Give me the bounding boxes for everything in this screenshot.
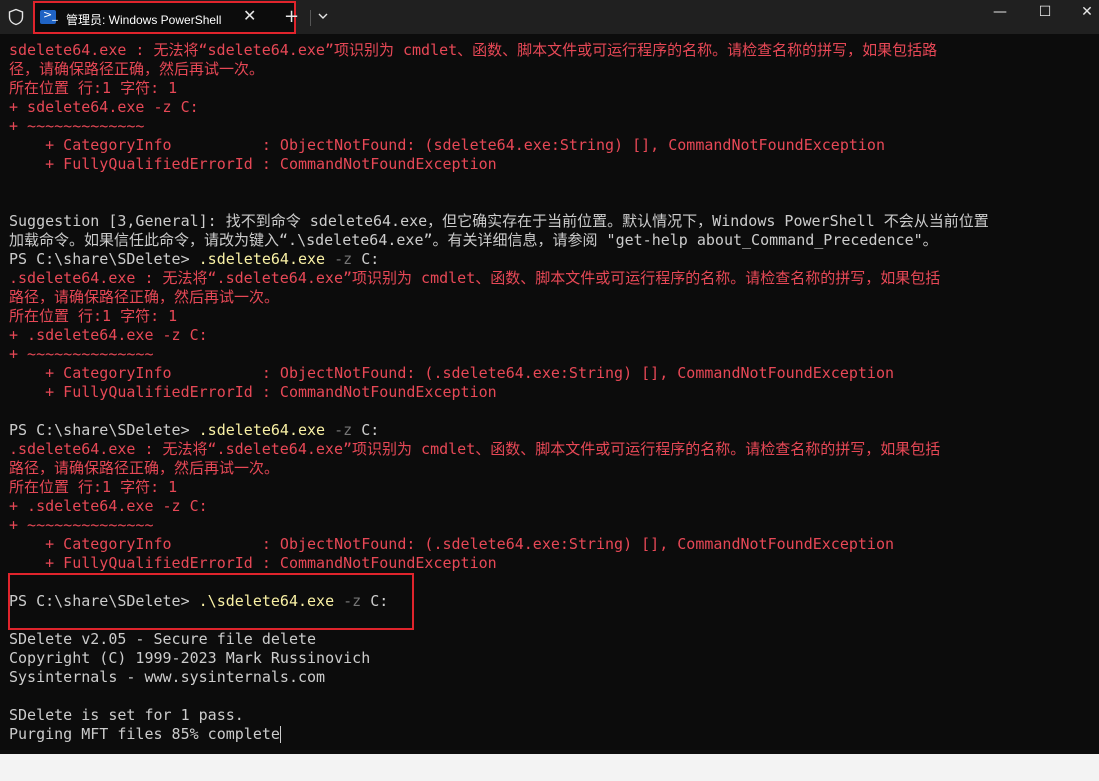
- terminal-line: 加载命令。如果信任此命令，请改为键入“.\sdelete64.exe”。有关详细…: [9, 231, 1099, 250]
- terminal-text: PS C:\share\SDelete>: [9, 592, 199, 610]
- text-cursor: [279, 726, 281, 743]
- terminal-line: + sdelete64.exe -z C:: [9, 98, 1099, 117]
- terminal-text: -z: [325, 421, 353, 439]
- terminal-line: Purging MFT files 85% complete: [9, 725, 1099, 744]
- terminal-line: 径，请确保路径正确，然后再试一次。: [9, 60, 1099, 79]
- terminal-line: + ~~~~~~~~~~~~~~: [9, 345, 1099, 364]
- terminal-line: + FullyQualifiedErrorId : CommandNotFoun…: [9, 155, 1099, 174]
- terminal-text: sdelete64.exe : 无法将“sdelete64.exe”项识别为 c…: [9, 41, 938, 59]
- terminal-text: + CategoryInfo : ObjectNotFound: (.sdele…: [9, 535, 895, 553]
- terminal-line: + FullyQualifiedErrorId : CommandNotFoun…: [9, 383, 1099, 402]
- terminal-text: 径，请确保路径正确，然后再试一次。: [9, 60, 265, 78]
- tab-separator: [310, 10, 311, 26]
- chevron-down-icon[interactable]: [316, 9, 330, 23]
- terminal-text: 加载命令。如果信任此命令，请改为键入“.\sdelete64.exe”。有关详细…: [9, 231, 938, 249]
- terminal-text: Purging MFT files 85% complete: [9, 725, 280, 743]
- terminal-line: + CategoryInfo : ObjectNotFound: (.sdele…: [9, 535, 1099, 554]
- minimize-button[interactable]: —: [985, 4, 1015, 20]
- terminal-text: 路径，请确保路径正确，然后再试一次。: [9, 288, 280, 306]
- terminal-text: 所在位置 行:1 字符: 1: [9, 79, 178, 97]
- terminal-text: + CategoryInfo : ObjectNotFound: (.sdele…: [9, 364, 895, 382]
- terminal-line: Sysinternals - www.sysinternals.com: [9, 668, 1099, 687]
- terminal-text: + sdelete64.exe -z C:: [9, 98, 199, 116]
- terminal-text: 路径，请确保路径正确，然后再试一次。: [9, 459, 280, 477]
- terminal-line: + .sdelete64.exe -z C:: [9, 326, 1099, 345]
- terminal-text: .sdelete64.exe: [198, 421, 326, 439]
- close-window-button[interactable]: ✕: [1072, 4, 1099, 20]
- terminal-line: 所在位置 行:1 字符: 1: [9, 307, 1099, 326]
- terminal-text: .sdelete64.exe : 无法将“.sdelete64.exe”项识别为…: [9, 269, 941, 287]
- terminal-line: + .sdelete64.exe -z C:: [9, 497, 1099, 516]
- terminal-text: + ~~~~~~~~~~~~~~: [9, 516, 154, 534]
- terminal-line: + CategoryInfo : ObjectNotFound: (sdelet…: [9, 136, 1099, 155]
- terminal-text: + FullyQualifiedErrorId : CommandNotFoun…: [9, 155, 497, 173]
- terminal-line: 路径，请确保路径正确，然后再试一次。: [9, 288, 1099, 307]
- terminal-line: SDelete v2.05 - Secure file delete: [9, 630, 1099, 649]
- terminal-text: C:: [352, 250, 380, 268]
- terminal-text: PS C:\share\SDelete>: [9, 421, 199, 439]
- terminal-line: 路径，请确保路径正确，然后再试一次。: [9, 459, 1099, 478]
- terminal-line: Copyright (C) 1999-2023 Mark Russinovich: [9, 649, 1099, 668]
- terminal-line: 所在位置 行:1 字符: 1: [9, 478, 1099, 497]
- terminal-line: sdelete64.exe : 无法将“sdelete64.exe”项识别为 c…: [9, 41, 1099, 60]
- terminal-text: .\sdelete64.exe: [198, 592, 335, 610]
- powershell-icon: >_: [40, 8, 58, 24]
- terminal-text: + .sdelete64.exe -z C:: [9, 326, 208, 344]
- tab-powershell[interactable]: >_ 管理员: Windows PowerShell ✕: [33, 1, 296, 34]
- terminal-line: + CategoryInfo : ObjectNotFound: (.sdele…: [9, 364, 1099, 383]
- new-tab-button[interactable]: +: [284, 6, 299, 27]
- terminal-text: Sysinternals - www.sysinternals.com: [9, 668, 326, 686]
- shield-icon[interactable]: [7, 8, 25, 26]
- terminal-line: + FullyQualifiedErrorId : CommandNotFoun…: [9, 554, 1099, 573]
- maximize-button[interactable]: ☐: [1030, 4, 1060, 20]
- terminal-line: PS C:\share\SDelete> .sdelete64.exe -z C…: [9, 421, 1099, 440]
- terminal-text: -z: [325, 250, 353, 268]
- terminal-text: Copyright (C) 1999-2023 Mark Russinovich: [9, 649, 371, 667]
- terminal-text: .sdelete64.exe: [198, 250, 326, 268]
- terminal-line: 所在位置 行:1 字符: 1: [9, 79, 1099, 98]
- terminal-line: + ~~~~~~~~~~~~~~: [9, 516, 1099, 535]
- tab-title: 管理员: Windows PowerShell: [66, 13, 222, 27]
- terminal-text: Suggestion [3,General]: 找不到命令 sdelete64.…: [9, 212, 989, 230]
- terminal-text: + .sdelete64.exe -z C:: [9, 497, 208, 515]
- terminal-text: .sdelete64.exe : 无法将“.sdelete64.exe”项识别为…: [9, 440, 941, 458]
- terminal-text: C:: [352, 421, 380, 439]
- terminal-text: + ~~~~~~~~~~~~~~: [9, 345, 154, 363]
- bottom-edge: [0, 754, 1099, 781]
- terminal-line: PS C:\share\SDelete> .\sdelete64.exe -z …: [9, 592, 1099, 611]
- terminal-text: 所在位置 行:1 字符: 1: [9, 307, 178, 325]
- terminal-text: SDelete is set for 1 pass.: [9, 706, 244, 724]
- terminal-line: + ~~~~~~~~~~~~~: [9, 117, 1099, 136]
- terminal-text: + CategoryInfo : ObjectNotFound: (sdelet…: [9, 136, 885, 154]
- terminal-text: PS C:\share\SDelete>: [9, 250, 199, 268]
- terminal-line: PS C:\share\SDelete> .sdelete64.exe -z C…: [9, 250, 1099, 269]
- terminal-text: + ~~~~~~~~~~~~~: [9, 117, 145, 135]
- title-bar: >_ 管理员: Windows PowerShell ✕ + — ☐ ✕: [0, 0, 1099, 34]
- terminal-text: SDelete v2.05 - Secure file delete: [9, 630, 317, 648]
- terminal-line: .sdelete64.exe : 无法将“.sdelete64.exe”项识别为…: [9, 440, 1099, 459]
- terminal-text: + FullyQualifiedErrorId : CommandNotFoun…: [9, 554, 497, 572]
- terminal-text: 所在位置 行:1 字符: 1: [9, 478, 178, 496]
- terminal-text: -z: [334, 592, 362, 610]
- terminal-line: Suggestion [3,General]: 找不到命令 sdelete64.…: [9, 212, 1099, 231]
- terminal-line: .sdelete64.exe : 无法将“.sdelete64.exe”项识别为…: [9, 269, 1099, 288]
- terminal-output[interactable]: sdelete64.exe : 无法将“sdelete64.exe”项识别为 c…: [0, 34, 1099, 754]
- terminal-line: SDelete is set for 1 pass.: [9, 706, 1099, 725]
- terminal-text: C:: [361, 592, 389, 610]
- close-tab-icon[interactable]: ✕: [243, 6, 256, 25]
- terminal-text: + FullyQualifiedErrorId : CommandNotFoun…: [9, 383, 497, 401]
